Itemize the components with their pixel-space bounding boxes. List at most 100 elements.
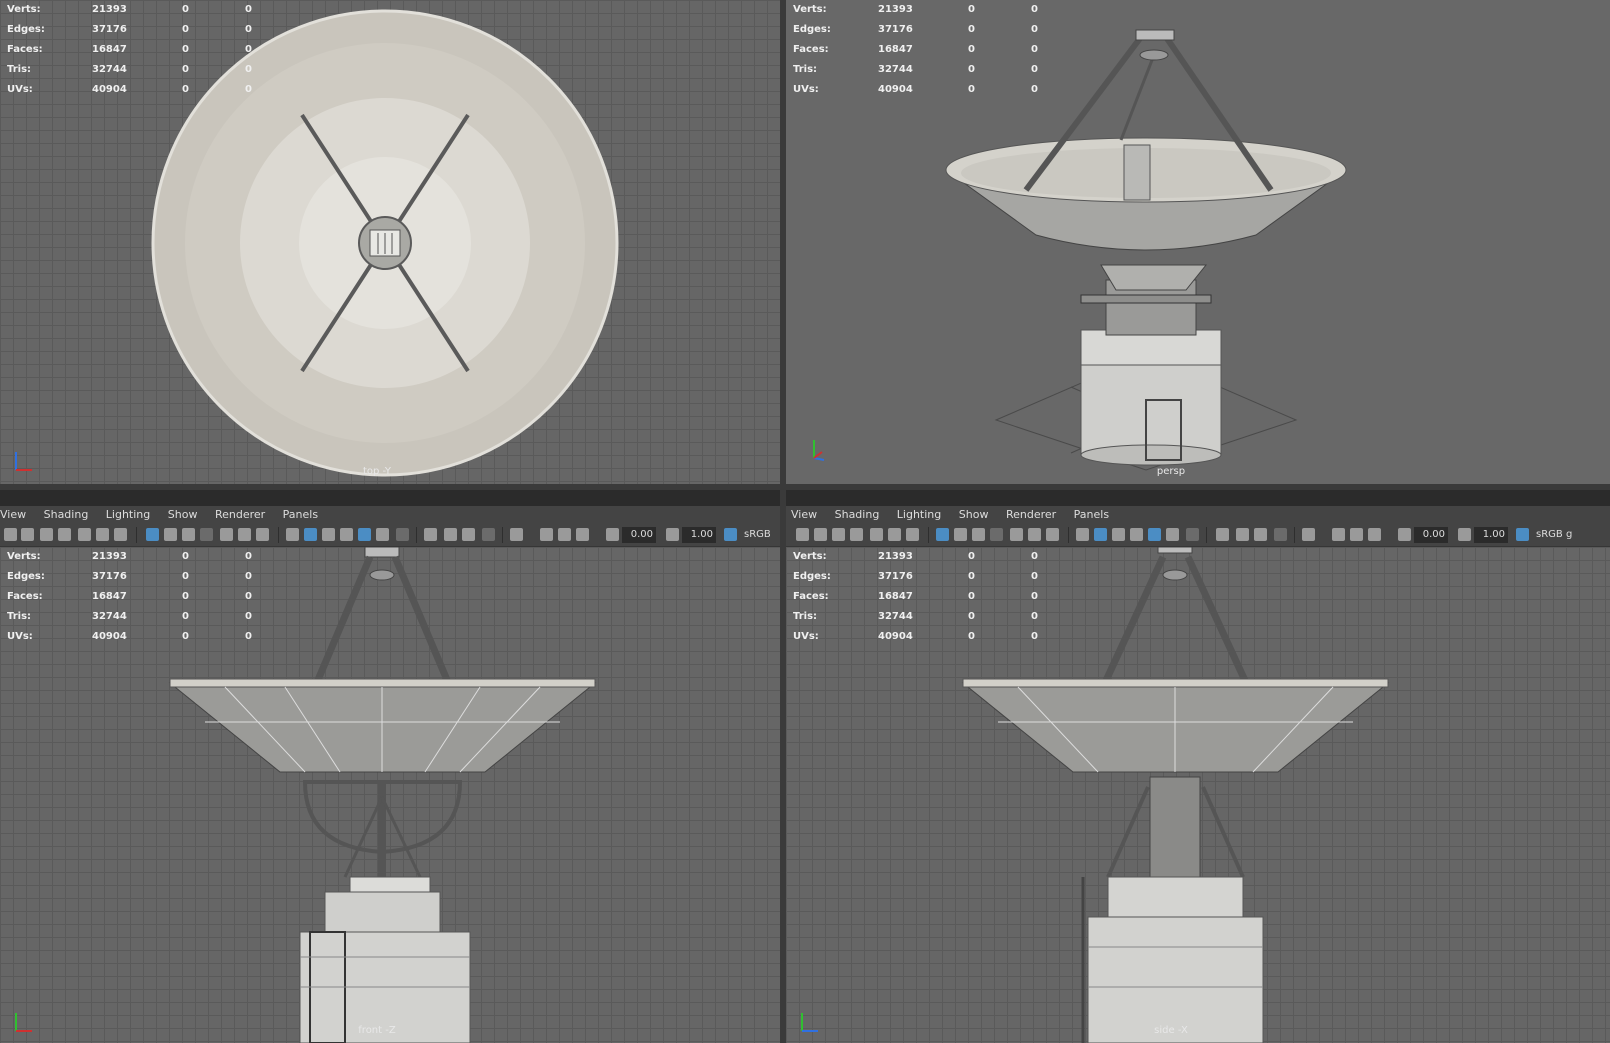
wireframe-on-shaded-icon[interactable] xyxy=(1130,528,1143,541)
film-gate-icon[interactable] xyxy=(954,528,967,541)
menu-renderer[interactable]: Renderer xyxy=(1006,506,1056,524)
menu-panels[interactable]: Panels xyxy=(1074,506,1109,524)
isolate-select-icon[interactable] xyxy=(1302,528,1315,541)
camera-icon[interactable] xyxy=(796,528,809,541)
safe-title-icon[interactable] xyxy=(1046,528,1059,541)
xray-joints-icon[interactable] xyxy=(558,528,571,541)
gamma-field[interactable]: 1.00 xyxy=(1474,527,1508,543)
panel-menubar-side: View Shading Lighting Show Renderer Pane… xyxy=(786,506,1610,524)
camera-icon[interactable] xyxy=(4,528,17,541)
menu-view[interactable]: View xyxy=(791,506,817,524)
stat-value: 40904 xyxy=(92,631,127,642)
gamma-icon[interactable] xyxy=(666,528,679,541)
wireframe-icon[interactable] xyxy=(1076,528,1089,541)
ambient-occlusion-icon[interactable] xyxy=(424,528,437,541)
anti-aliasing-icon[interactable] xyxy=(462,528,475,541)
wireframe-on-shaded-icon[interactable] xyxy=(340,528,353,541)
xray-icon[interactable] xyxy=(540,528,553,541)
ambient-occlusion-icon[interactable] xyxy=(1216,528,1229,541)
smooth-shade-icon[interactable] xyxy=(304,528,317,541)
viewport-top[interactable]: Verts: 21393 0 0 Edges: 37176 0 0 Faces: 16847 0… xyxy=(0,0,780,484)
gamma-icon[interactable] xyxy=(1458,528,1471,541)
stat-value: 21393 xyxy=(92,551,127,562)
image-plane-icon[interactable] xyxy=(58,528,71,541)
default-material-icon[interactable] xyxy=(1112,528,1125,541)
stat-value: 32744 xyxy=(92,611,127,622)
color-management-icon[interactable] xyxy=(1516,528,1529,541)
resolution-gate-icon[interactable] xyxy=(972,528,985,541)
exposure-icon[interactable] xyxy=(606,528,619,541)
menu-show[interactable]: Show xyxy=(168,506,198,524)
wireframe-icon[interactable] xyxy=(286,528,299,541)
stat-value: 0 xyxy=(245,551,252,562)
pencil-icon[interactable] xyxy=(114,528,127,541)
motion-blur-icon[interactable] xyxy=(1236,528,1249,541)
xray-joints-icon[interactable] xyxy=(1350,528,1363,541)
menu-view[interactable]: View xyxy=(0,506,26,524)
panel-toolbar-side: 0.00 1.00 sRGB g xyxy=(786,524,1610,547)
resolution-gate-icon[interactable] xyxy=(182,528,195,541)
view-transform-select[interactable]: sRGB g xyxy=(744,526,780,558)
gate-mask-icon[interactable] xyxy=(200,528,213,541)
viewport-side[interactable]: Verts: 21393 0 0 Edges: 37176 0 0 Faces: 16847 0… xyxy=(786,547,1610,1043)
default-material-icon[interactable] xyxy=(322,528,335,541)
safe-title-icon[interactable] xyxy=(256,528,269,541)
panel-divider-horizontal[interactable] xyxy=(0,484,1610,490)
menu-show[interactable]: Show xyxy=(959,506,989,524)
motion-blur-icon[interactable] xyxy=(444,528,457,541)
camera-attributes-icon[interactable] xyxy=(21,528,34,541)
menu-shading[interactable]: Shading xyxy=(835,506,880,524)
grease-pencil-icon[interactable] xyxy=(888,528,901,541)
shadows-icon[interactable] xyxy=(1186,528,1199,541)
safe-action-icon[interactable] xyxy=(238,528,251,541)
shadows-icon[interactable] xyxy=(396,528,409,541)
stat-value: 0 xyxy=(182,44,189,55)
depth-of-field-icon[interactable] xyxy=(482,528,495,541)
bookmark-icon[interactable] xyxy=(832,528,845,541)
stat-value: 0 xyxy=(182,571,189,582)
menu-renderer[interactable]: Renderer xyxy=(215,506,265,524)
field-chart-icon[interactable] xyxy=(1010,528,1023,541)
grid-toggle-icon[interactable] xyxy=(936,528,949,541)
anti-aliasing-icon[interactable] xyxy=(1254,528,1267,541)
stat-value: 0 xyxy=(968,44,975,55)
lights-icon[interactable] xyxy=(1166,528,1179,541)
exposure-icon[interactable] xyxy=(1398,528,1411,541)
stat-value: 32744 xyxy=(878,611,913,622)
view-transform-select[interactable]: sRGB g xyxy=(1536,526,1572,544)
color-management-icon[interactable] xyxy=(724,528,737,541)
film-gate-icon[interactable] xyxy=(164,528,177,541)
menu-panels[interactable]: Panels xyxy=(283,506,318,524)
two-d-pan-icon[interactable] xyxy=(78,528,91,541)
field-chart-icon[interactable] xyxy=(220,528,233,541)
camera-attributes-icon[interactable] xyxy=(814,528,827,541)
xray-components-icon[interactable] xyxy=(1368,528,1381,541)
safe-action-icon[interactable] xyxy=(1028,528,1041,541)
grease-pencil-icon[interactable] xyxy=(96,528,109,541)
viewport-persp[interactable]: Verts: 21393 0 0 Edges: 37176 0 0 Faces: 16847 0… xyxy=(786,0,1610,484)
exposure-field[interactable]: 0.00 xyxy=(1414,527,1448,543)
gate-mask-icon[interactable] xyxy=(990,528,1003,541)
axis-gizmo xyxy=(15,1013,32,1032)
textured-icon[interactable] xyxy=(358,528,371,541)
grid-toggle-icon[interactable] xyxy=(146,528,159,541)
textured-icon[interactable] xyxy=(1148,528,1161,541)
stat-label: Faces: xyxy=(7,591,43,602)
stat-value: 0 xyxy=(245,631,252,642)
menu-lighting[interactable]: Lighting xyxy=(106,506,150,524)
exposure-field[interactable]: 0.00 xyxy=(622,527,656,543)
xray-icon[interactable] xyxy=(1332,528,1345,541)
bookmark-icon[interactable] xyxy=(40,528,53,541)
pencil-icon[interactable] xyxy=(906,528,919,541)
image-plane-icon[interactable] xyxy=(850,528,863,541)
lights-icon[interactable] xyxy=(376,528,389,541)
two-d-pan-icon[interactable] xyxy=(870,528,883,541)
isolate-select-icon[interactable] xyxy=(510,528,523,541)
xray-components-icon[interactable] xyxy=(576,528,589,541)
smooth-shade-icon[interactable] xyxy=(1094,528,1107,541)
depth-of-field-icon[interactable] xyxy=(1274,528,1287,541)
menu-shading[interactable]: Shading xyxy=(44,506,89,524)
gamma-field[interactable]: 1.00 xyxy=(682,527,716,543)
menu-lighting[interactable]: Lighting xyxy=(897,506,941,524)
viewport-front[interactable]: Verts: 21393 0 0 Edges: 37176 0 0 Faces: 16847 0… xyxy=(0,547,780,1043)
